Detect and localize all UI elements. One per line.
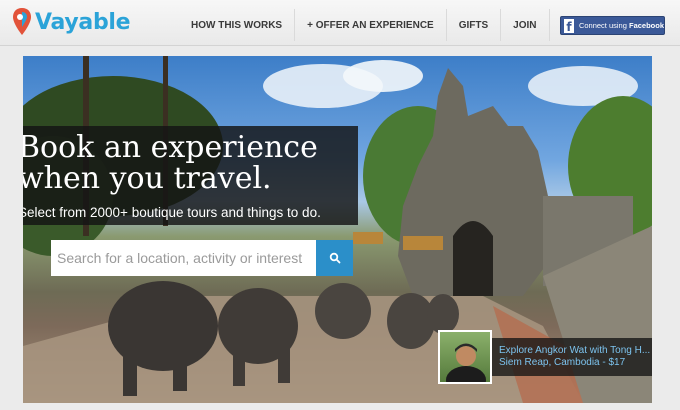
- main-nav: HOW THIS WORKS + OFFER AN EXPERIENCE GIF…: [179, 9, 605, 41]
- facebook-connect-button[interactable]: f Connect using Facebook: [560, 16, 665, 35]
- featured-subtitle: Siem Reap, Cambodia - $17: [499, 357, 626, 368]
- nav-join[interactable]: JOIN: [500, 9, 548, 41]
- nav-offer-experience[interactable]: + OFFER AN EXPERIENCE: [294, 9, 446, 41]
- search-bar: [51, 240, 353, 276]
- brand-name: Vayable: [35, 9, 131, 35]
- nav-gifts[interactable]: GIFTS: [445, 9, 500, 41]
- host-avatar: [438, 330, 492, 384]
- facebook-brand-text: Facebook: [628, 21, 664, 30]
- facebook-connect-label: Connect using Facebook: [579, 21, 664, 30]
- search-input[interactable]: [51, 240, 316, 276]
- site-header: Vayable HOW THIS WORKS + OFFER AN EXPERI…: [0, 0, 680, 46]
- headline-box: Book an experience when you travel. Sele…: [23, 126, 358, 225]
- featured-experience[interactable]: Explore Angkor Wat with Tong H... Siem R…: [438, 330, 652, 384]
- nav-how-this-works[interactable]: HOW THIS WORKS: [179, 9, 294, 41]
- facebook-connect-prefix: Connect using: [578, 21, 629, 30]
- hero-banner: Book an experience when you travel. Sele…: [23, 56, 652, 403]
- featured-title: Explore Angkor Wat with Tong H...: [499, 345, 651, 356]
- facebook-icon: f: [564, 18, 574, 33]
- search-button[interactable]: [316, 240, 353, 276]
- featured-caption: Explore Angkor Wat with Tong H... Siem R…: [492, 338, 652, 376]
- search-icon: [329, 252, 340, 264]
- logo[interactable]: Vayable: [12, 5, 132, 39]
- map-pin-icon: [13, 8, 31, 35]
- hero-subline: Select from 2000+ boutique tours and thi…: [23, 205, 321, 220]
- hero-headline: Book an experience when you travel.: [23, 130, 318, 196]
